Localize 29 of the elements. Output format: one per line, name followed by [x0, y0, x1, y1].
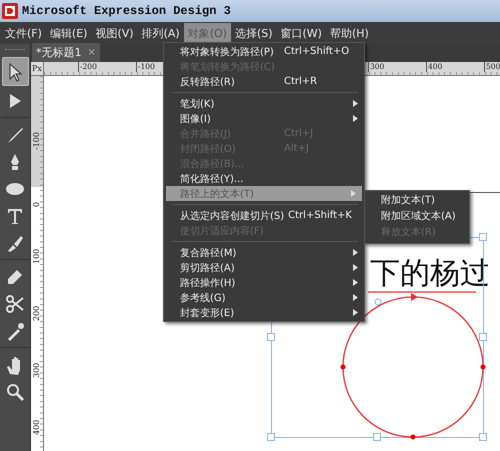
menu-item[interactable]: 剪切路径(A)	[164, 260, 364, 275]
menu-item[interactable]: 排列(A)	[138, 22, 184, 44]
menu-item[interactable]: 帮助(H)	[326, 22, 373, 44]
menu-item[interactable]: 编辑(E)	[46, 22, 92, 44]
menu-item[interactable]: 将对象转换为路径(P) Ctrl+Shift+O	[164, 44, 364, 59]
menu-item[interactable]: 复合路径(M)	[164, 245, 364, 260]
menu-item[interactable]: 反转路径(R) Ctrl+R	[164, 74, 364, 89]
menu-item[interactable]: 选择(S)	[230, 22, 277, 44]
menu-item[interactable]: 图像(I)	[164, 111, 364, 126]
ruler-label: 100	[32, 248, 42, 264]
menu-item[interactable]: 参考线(G)	[164, 290, 364, 305]
canvas-text: 下的杨过	[370, 257, 490, 291]
menu-item[interactable]: 窗口(W)	[276, 22, 326, 44]
menu-item[interactable]: 封套变形(E)	[164, 305, 364, 320]
ruler-label: 300	[32, 362, 42, 378]
menu-item[interactable]: 视图(V)	[91, 22, 138, 44]
document-tab[interactable]: *无标题1 ×	[32, 43, 100, 62]
ruler-label: 400	[32, 420, 42, 435]
menu-item[interactable]: 简化路径(Y)...	[164, 171, 364, 186]
menu-item[interactable]: 笔划(K)	[164, 96, 364, 111]
ruler-label: 200	[32, 306, 42, 321]
menu-item[interactable]: 附加文本(T)	[365, 193, 469, 209]
ruler-label: 0	[32, 202, 42, 207]
menu-item[interactable]: 附加区域文本(A)	[365, 209, 469, 225]
menu-item[interactable]: 路径操作(H)	[164, 275, 364, 290]
ruler-label: -100	[32, 132, 42, 150]
window-title: Microsoft Expression Design 3	[22, 4, 231, 18]
menu-item[interactable]: 文件(F)	[1, 22, 46, 44]
menu-item[interactable]: 从选定内容创建切片(S) Ctrl+Shift+K	[164, 208, 364, 223]
